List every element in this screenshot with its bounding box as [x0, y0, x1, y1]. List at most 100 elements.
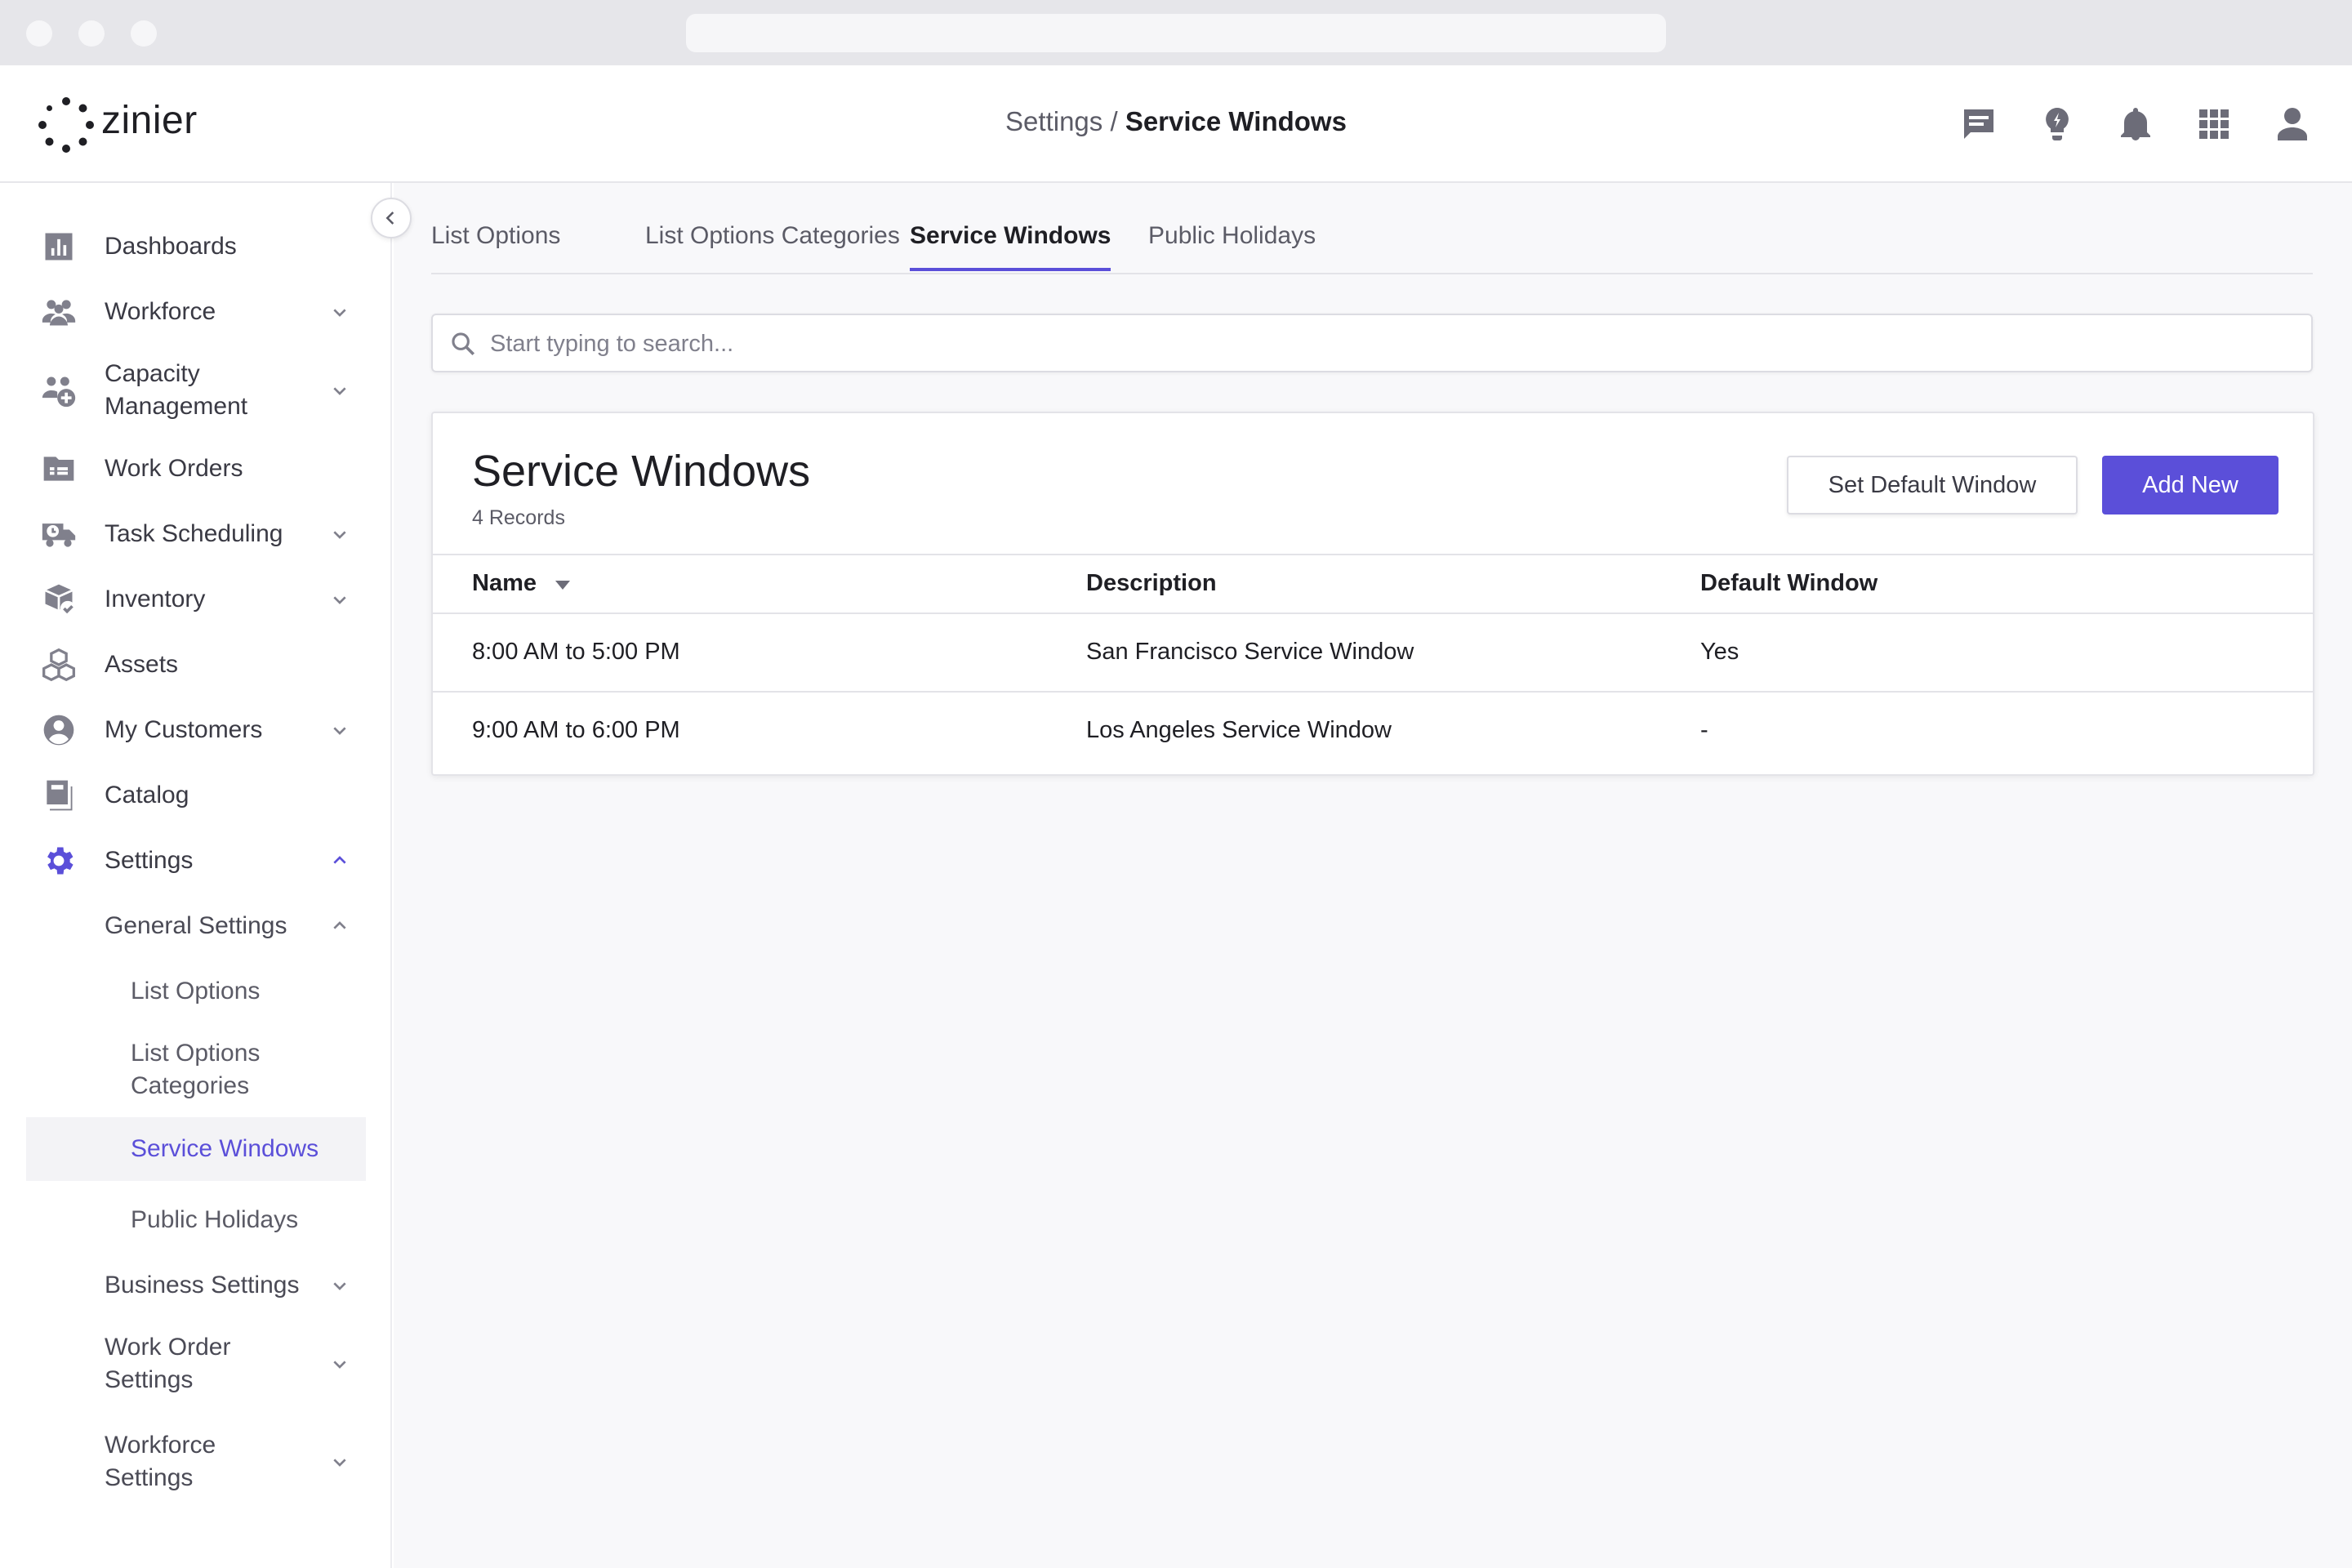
- column-header-description[interactable]: Description: [1086, 570, 1217, 597]
- table-row[interactable]: 8:00 AM to 5:00 PM San Francisco Service…: [433, 614, 2313, 693]
- chevron-down-icon[interactable]: [327, 521, 353, 547]
- sidebar-item-label: List Options: [131, 978, 261, 1004]
- sidebar-item-label-line2: Settings: [105, 1464, 194, 1491]
- sidebar-item-label: Workforce: [105, 298, 216, 325]
- service-windows-card: Service Windows 4 Records Set Default Wi…: [431, 412, 2314, 776]
- sidebar-item-label: Public Holidays: [131, 1206, 299, 1233]
- sidebar-item-label: My Customers: [105, 716, 263, 743]
- sidebar-item-label: Catalog: [105, 782, 189, 808]
- sidebar-item-assets[interactable]: Assets: [0, 639, 392, 691]
- account-circle-icon: [43, 715, 74, 746]
- add-new-button[interactable]: Add New: [2102, 456, 2278, 514]
- sidebar-item-work-orders[interactable]: Work Orders: [0, 443, 392, 495]
- chevron-up-icon[interactable]: [327, 913, 353, 939]
- people-icon: [42, 300, 76, 326]
- search-box: [431, 314, 2313, 372]
- sidebar-item-label-line2: Categories: [131, 1072, 250, 1099]
- sidebar-item-label: Dashboards: [105, 233, 237, 260]
- sidebar-item-dashboards[interactable]: Dashboards: [0, 220, 392, 273]
- set-default-window-button[interactable]: Set Default Window: [1787, 456, 2078, 514]
- truck-clock-icon: [42, 523, 76, 547]
- sidebar-item-work-order-settings[interactable]: Work Order Settings: [0, 1325, 392, 1403]
- apps-grid-icon[interactable]: [2194, 105, 2234, 144]
- sidebar-collapse-button[interactable]: [371, 198, 412, 238]
- column-header-label: Name: [472, 570, 537, 596]
- cell-description: San Francisco Service Window: [1086, 639, 1414, 665]
- sidebar-item-list-options[interactable]: List Options: [0, 965, 392, 1018]
- sidebar-item-business-settings[interactable]: Business Settings: [0, 1259, 392, 1312]
- breadcrumb-parent[interactable]: Settings: [1005, 106, 1102, 136]
- window-maximize-dot[interactable]: [131, 20, 157, 47]
- breadcrumb-separator: /: [1102, 106, 1125, 136]
- sidebar-item-label: Assets: [105, 651, 179, 678]
- main-content: List Options List Options Categories Ser…: [394, 183, 2352, 1568]
- lightbulb-icon[interactable]: [2038, 105, 2077, 144]
- sidebar-item-service-windows[interactable]: Service Windows: [26, 1117, 366, 1181]
- table-header: Name Description Default Window: [433, 554, 2313, 614]
- address-bar[interactable]: [686, 14, 1666, 52]
- column-header-default-window[interactable]: Default Window: [1700, 570, 1878, 597]
- sidebar-item-task-scheduling[interactable]: Task Scheduling: [0, 508, 392, 560]
- sort-desc-icon[interactable]: [555, 581, 570, 590]
- book-icon: [47, 780, 73, 811]
- breadcrumb: Settings / Service Windows: [0, 106, 2352, 137]
- sidebar-item-label: Task Scheduling: [105, 520, 283, 547]
- sidebar-item-label: Inventory: [105, 586, 206, 612]
- cell-default-window: Yes: [1700, 639, 1740, 665]
- folder-list-icon: [43, 457, 74, 481]
- sidebar-item-label: Business Settings: [105, 1272, 300, 1298]
- chevron-down-icon[interactable]: [327, 586, 353, 612]
- tab-list-options[interactable]: List Options: [431, 222, 560, 268]
- breadcrumb-current: Service Windows: [1125, 106, 1347, 136]
- chevron-down-icon[interactable]: [327, 1449, 353, 1475]
- chevron-down-icon[interactable]: [327, 377, 353, 403]
- sidebar-item-label: Workforce: [105, 1432, 216, 1459]
- card-title: Service Windows: [472, 447, 811, 496]
- tab-bar: List Options List Options Categories Ser…: [431, 183, 2313, 274]
- sidebar-item-settings[interactable]: Settings: [0, 835, 392, 887]
- user-icon[interactable]: [2273, 105, 2312, 144]
- chevron-down-icon[interactable]: [327, 717, 353, 743]
- sidebar-item-general-settings[interactable]: General Settings: [0, 900, 392, 952]
- table-row[interactable]: 9:00 AM to 6:00 PM Los Angeles Service W…: [433, 693, 2313, 771]
- sidebar-item-inventory[interactable]: Inventory: [0, 573, 392, 626]
- cell-default-window: -: [1700, 717, 1708, 743]
- people-add-icon: [42, 376, 76, 408]
- search-icon: [452, 332, 475, 356]
- bell-icon[interactable]: [2116, 105, 2155, 144]
- sidebar-item-workforce[interactable]: Workforce: [0, 286, 392, 338]
- sidebar-item-label: Service Windows: [131, 1135, 319, 1162]
- chevron-up-icon[interactable]: [327, 848, 353, 874]
- tab-public-holidays[interactable]: Public Holidays: [1148, 222, 1316, 268]
- sidebar-item-public-holidays[interactable]: Public Holidays: [0, 1194, 392, 1246]
- tab-list-options-categories[interactable]: List Options Categories: [645, 222, 900, 268]
- chevron-left-icon: [385, 212, 394, 225]
- cell-description: Los Angeles Service Window: [1086, 717, 1392, 743]
- chat-icon[interactable]: [1959, 105, 1998, 144]
- box-check-icon: [44, 584, 76, 617]
- sidebar-item-label: Settings: [105, 847, 194, 874]
- chevron-down-icon[interactable]: [327, 299, 353, 325]
- sidebar-item-label: List Options: [131, 1040, 261, 1067]
- sidebar-item-label: General Settings: [105, 912, 287, 939]
- sidebar-item-my-customers[interactable]: My Customers: [0, 704, 392, 756]
- tab-service-windows[interactable]: Service Windows: [910, 222, 1111, 271]
- chevron-down-icon[interactable]: [327, 1351, 353, 1377]
- app-header: zinier Settings / Service Windows: [0, 65, 2352, 183]
- bar-chart-icon: [45, 233, 73, 261]
- search-input[interactable]: [490, 325, 2287, 363]
- sidebar-item-label-line2: Management: [105, 393, 248, 420]
- sidebar-item-capacity-management[interactable]: Capacity Management: [0, 351, 392, 430]
- sidebar-item-label: Work Orders: [105, 455, 243, 482]
- cell-name: 8:00 AM to 5:00 PM: [472, 639, 680, 665]
- cell-name: 9:00 AM to 6:00 PM: [472, 717, 680, 743]
- sidebar-item-workforce-settings[interactable]: Workforce Settings: [0, 1423, 392, 1501]
- sidebar-item-catalog[interactable]: Catalog: [0, 769, 392, 822]
- column-header-name[interactable]: Name: [472, 570, 537, 597]
- chevron-down-icon[interactable]: [327, 1272, 353, 1298]
- sidebar-item-list-options-categories[interactable]: List Options Categories: [0, 1031, 392, 1109]
- gear-icon: [47, 847, 74, 875]
- window-close-dot[interactable]: [26, 20, 52, 47]
- window-minimize-dot[interactable]: [78, 20, 105, 47]
- sidebar-item-label: Work Order: [105, 1334, 231, 1361]
